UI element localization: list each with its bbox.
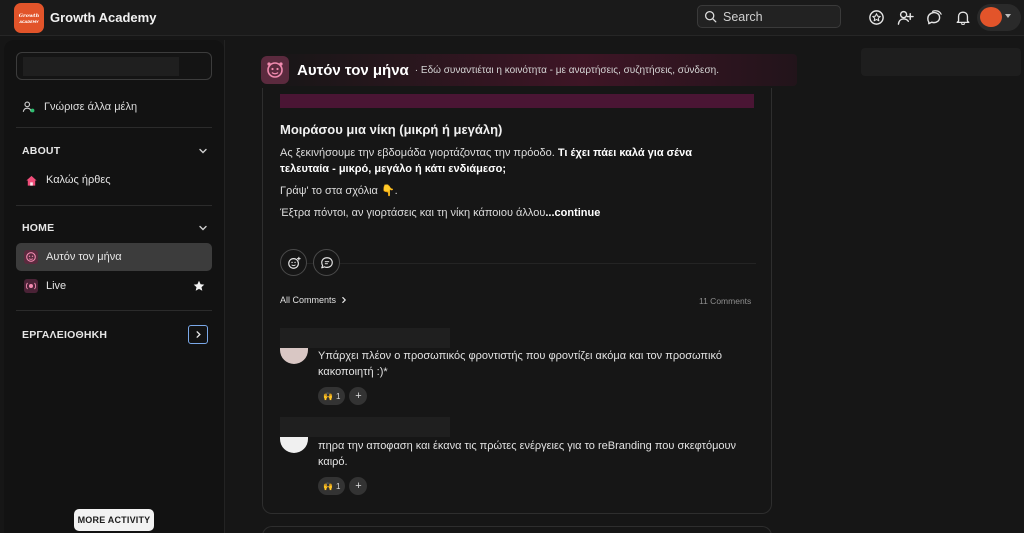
expand-tools-button[interactable]: [188, 325, 208, 344]
star-icon[interactable]: [193, 280, 205, 292]
post-body: Ας ξεκινήσουμε την εβδομάδα γιορτάζοντας…: [280, 145, 740, 227]
live-icon: [24, 279, 38, 293]
svg-text:Growth: Growth: [19, 13, 40, 19]
brand-logo[interactable]: Growth ACADEMY: [14, 3, 44, 33]
comment-suffix: *: [383, 366, 388, 378]
search-input[interactable]: [723, 9, 833, 24]
chevron-down-icon[interactable]: [198, 146, 208, 156]
avatar[interactable]: [280, 348, 308, 364]
add-reaction-button[interactable]: [280, 249, 307, 276]
divider: [16, 205, 212, 206]
raising-hands-icon: 🙌: [323, 481, 333, 491]
sidebar-item-label: Live: [46, 280, 67, 292]
page-title: Αυτόν τον μήνα: [297, 61, 409, 79]
people-icon: [22, 101, 35, 113]
search-icon: [704, 10, 717, 23]
next-post-card: [262, 526, 772, 533]
comment: πηρα την αποφαση και έκανα τις πρώτες εν…: [280, 417, 760, 497]
community-switcher[interactable]: [16, 52, 212, 80]
home-icon: [24, 173, 38, 187]
comment-icon: [320, 256, 333, 268]
more-activity-button[interactable]: MORE ACTIVITY: [74, 509, 154, 531]
add-reaction-button[interactable]: +: [349, 477, 368, 495]
add-member-icon[interactable]: [896, 8, 914, 26]
post-intro: Ας ξεκινήσουμε την εβδομάδα γιορτάζοντας…: [280, 147, 558, 159]
comment-text: πηρα την αποφαση και έκανα τις πρώτες εν…: [318, 440, 737, 468]
page-description: · Εδώ συναντιέται η κοινότητα - με αναρτ…: [414, 64, 719, 76]
all-comments-filter[interactable]: All Comments: [280, 295, 348, 305]
post-line-2: Γράψ' το στα σχόλια 👇.: [280, 185, 398, 197]
all-comments-label: All Comments: [280, 295, 337, 305]
comments-count: 11 Comments: [699, 296, 752, 306]
bell-icon[interactable]: [954, 8, 972, 26]
section-about-title: ABOUT: [22, 145, 61, 157]
sidebar: Γνώρισε άλλα μέλη ABOUT Καλώς ήρθες HOME…: [4, 40, 224, 533]
comment-text: Υπάρχει πλέον ο προσωπικός φροντιστής πο…: [318, 348, 758, 380]
divider: [16, 127, 212, 128]
comment-reactions: 🙌 1 +: [318, 387, 368, 405]
redacted-block: [23, 57, 179, 76]
sidebar-item-label: Καλώς ήρθες: [46, 174, 111, 186]
reaction-count: 1: [335, 391, 341, 401]
section-home-header[interactable]: HOME: [22, 222, 208, 234]
meet-members-link[interactable]: Γνώρισε άλλα μέλη: [22, 100, 137, 114]
main-content: Μοιράσου μια νίκη (μικρή ή μεγάλη) Ας ξε…: [225, 40, 1024, 533]
post-card: Μοιράσου μια νίκη (μικρή ή μεγάλη) Ας ξε…: [262, 88, 772, 514]
search-box[interactable]: [697, 5, 841, 28]
chevron-down-icon: [1005, 14, 1011, 18]
svg-text:ACADEMY: ACADEMY: [18, 20, 39, 24]
post-title[interactable]: Μοιράσου μια νίκη (μικρή ή μεγάλη): [280, 122, 502, 137]
community-icon: [261, 56, 289, 84]
comment-button[interactable]: [313, 249, 340, 276]
section-tools-title: ΕΡΓΑΛΕΙΟΘΗΚΗ: [22, 328, 108, 341]
section-home-title: HOME: [22, 222, 55, 234]
post-banner: [280, 94, 754, 108]
post-line-3: Έξτρα πόντοι, αν γιορτάσεις και τη νίκη …: [280, 207, 546, 219]
comment-body: Υπάρχει πλέον ο προσωπικός φροντιστής πο…: [318, 350, 722, 378]
sidebar-item-label: Αυτόν τον μήνα: [46, 251, 122, 263]
comment-author-redacted: [280, 328, 450, 348]
divider: [280, 263, 756, 264]
comment: Υπάρχει πλέον ο προσωπικός φροντιστής πο…: [280, 328, 760, 408]
post-actions: [280, 249, 340, 276]
brand-name[interactable]: Growth Academy: [50, 10, 156, 25]
chevron-right-icon: [195, 331, 201, 338]
section-about-header[interactable]: ABOUT: [22, 145, 208, 157]
right-panel-placeholder: [861, 48, 1021, 76]
sidebar-item-this-month[interactable]: Αυτόν τον μήνα: [16, 243, 212, 271]
chevron-down-icon[interactable]: [198, 223, 208, 233]
divider: [16, 310, 212, 311]
channel-header: Αυτόν τον μήνα · Εδώ συναντιέται η κοινό…: [261, 54, 797, 86]
chevron-right-icon: [342, 297, 347, 303]
section-tools-header[interactable]: ΕΡΓΑΛΕΙΟΘΗΚΗ: [22, 325, 208, 344]
continue-link[interactable]: ...continue: [545, 207, 600, 219]
chat-icon[interactable]: [925, 8, 943, 26]
add-reaction-button[interactable]: +: [349, 387, 368, 405]
community-icon: [24, 250, 38, 264]
top-bar: Growth ACADEMY Growth Academy: [0, 0, 1024, 36]
reaction-pill[interactable]: 🙌 1: [318, 477, 346, 495]
comment-reactions: 🙌 1 +: [318, 477, 368, 495]
raising-hands-icon: 🙌: [323, 391, 333, 401]
spaces-icon[interactable]: [867, 8, 885, 26]
reaction-count: 1: [335, 481, 341, 491]
add-reaction-icon: [287, 256, 301, 269]
comment-author-redacted: [280, 417, 450, 437]
meet-members-label: Γνώρισε άλλα μέλη: [44, 101, 138, 113]
reaction-pill[interactable]: 🙌 1: [318, 387, 346, 405]
sidebar-item-live[interactable]: Live: [16, 272, 212, 300]
avatar[interactable]: [280, 437, 308, 453]
avatar[interactable]: [980, 7, 1002, 27]
sidebar-item-welcome[interactable]: Καλώς ήρθες: [16, 166, 212, 194]
